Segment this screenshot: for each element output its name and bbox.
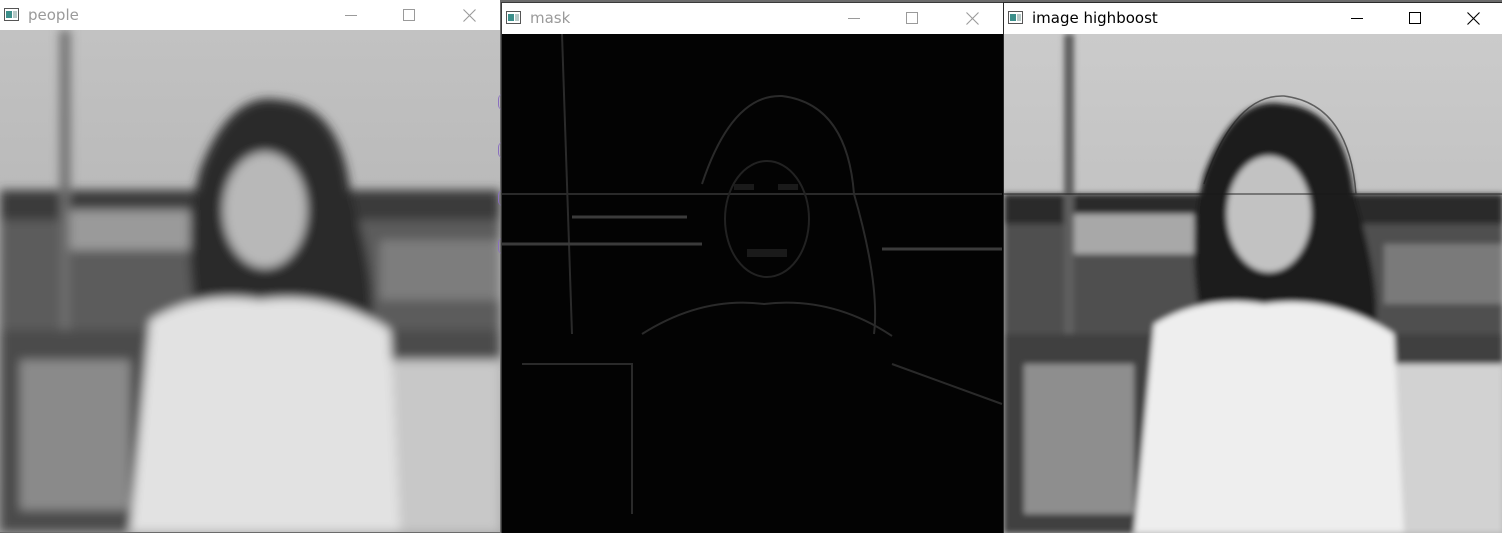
image-view — [502, 34, 1004, 533]
image-view — [1004, 34, 1502, 533]
window-title: people — [28, 6, 79, 24]
window-people[interactable]: people — [0, 0, 500, 532]
maximize-icon — [1409, 12, 1421, 24]
maximize-icon — [906, 12, 918, 24]
close-icon — [1466, 11, 1480, 25]
close-icon — [462, 8, 476, 22]
app-icon — [506, 11, 521, 24]
highboost-image — [1004, 34, 1502, 533]
maximize-button[interactable] — [1386, 3, 1444, 33]
app-icon — [4, 8, 19, 21]
app-icon — [1008, 11, 1023, 24]
maximize-button[interactable] — [380, 0, 438, 30]
window-title: image highboost — [1032, 9, 1158, 27]
close-button[interactable] — [440, 0, 498, 30]
title-bar[interactable]: mask — [502, 3, 1004, 34]
minimize-icon — [345, 15, 357, 16]
close-button[interactable] — [1444, 3, 1502, 33]
window-image-highboost[interactable]: image highboost — [1003, 2, 1502, 533]
minimize-button[interactable] — [825, 3, 883, 33]
minimize-button[interactable] — [322, 0, 380, 30]
maximize-icon — [403, 9, 415, 21]
maximize-button[interactable] — [883, 3, 941, 33]
close-icon — [965, 11, 979, 25]
minimize-icon — [848, 18, 860, 19]
minimize-icon — [1351, 18, 1363, 19]
close-button[interactable] — [943, 3, 1001, 33]
window-title: mask — [530, 9, 571, 27]
image-view — [0, 30, 500, 532]
mask-image — [502, 34, 1004, 533]
title-bar[interactable]: people — [0, 0, 500, 30]
window-mask[interactable]: mask — [501, 2, 1004, 533]
people-image — [0, 30, 500, 532]
title-bar[interactable]: image highboost — [1004, 3, 1502, 34]
minimize-button[interactable] — [1328, 3, 1386, 33]
